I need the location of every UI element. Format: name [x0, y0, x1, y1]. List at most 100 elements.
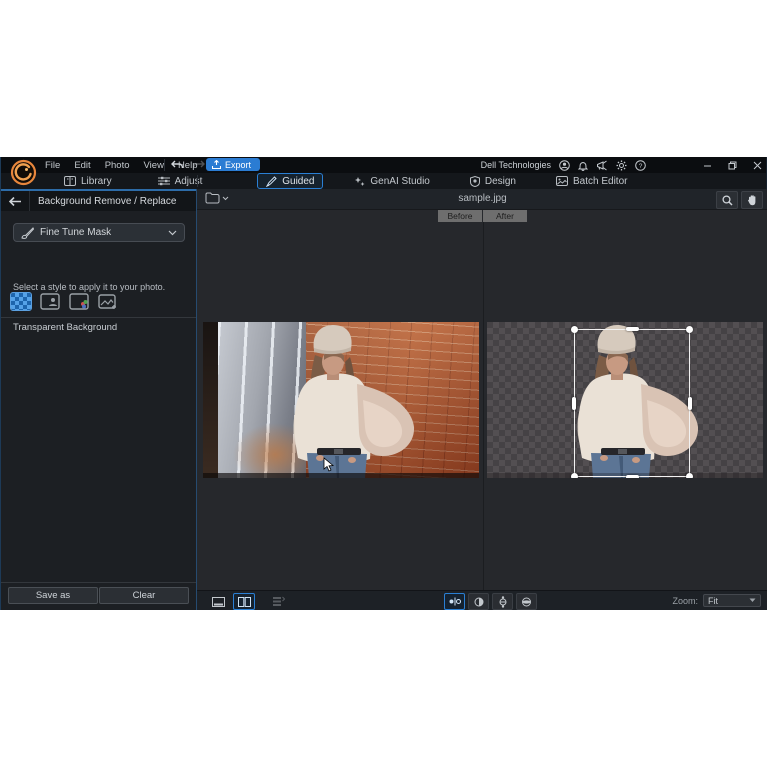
compare-mode-group [444, 593, 537, 610]
before-after-tabs: Before After [197, 210, 767, 222]
restore-button[interactable] [728, 161, 737, 170]
photodirector-logo [10, 159, 37, 186]
tab-genai-label: GenAI Studio [370, 176, 429, 187]
mouse-cursor [323, 457, 334, 472]
style-instruction: Select a style to apply it to your photo… [13, 282, 165, 292]
tab-batch-editor[interactable]: Batch Editor [549, 173, 634, 189]
export-icon [212, 160, 221, 169]
close-button[interactable] [753, 161, 762, 170]
undo-icon[interactable] [171, 160, 184, 170]
divider [197, 175, 198, 187]
export-label: Export [225, 160, 251, 170]
after-tab[interactable]: After [483, 210, 527, 222]
editor-main: sample.jpg Before After [197, 189, 767, 610]
design-badge-icon [470, 176, 480, 187]
before-tab[interactable]: Before [438, 210, 482, 222]
library-icon [64, 176, 76, 186]
viewer-toolbar: Zoom: Fit [197, 590, 767, 610]
photo-background-icon[interactable] [40, 293, 60, 310]
chevron-down-icon [168, 230, 177, 236]
batch-editor-icon [556, 176, 568, 186]
compare-side-by-side-button[interactable] [444, 593, 465, 610]
apply-to-all-icon [267, 593, 289, 610]
single-view-button[interactable] [207, 593, 229, 610]
fine-tune-mask-label: Fine Tune Mask [40, 227, 111, 238]
selection-handle-bottom-left[interactable] [571, 473, 578, 478]
custom-image-background-icon[interactable] [98, 293, 118, 310]
clear-button[interactable]: Clear [99, 587, 189, 604]
tab-design[interactable]: Design [463, 173, 523, 189]
notifications-icon[interactable] [578, 160, 588, 171]
woman-photo-subject [203, 322, 479, 478]
transparent-background-icon[interactable] [11, 293, 31, 310]
account-name: Dell Technologies [481, 160, 551, 170]
photodirector-window: File Edit Photo View Help Export Dell Te… [0, 157, 767, 610]
svg-text:?: ? [639, 162, 643, 169]
style-options [11, 293, 118, 310]
pan-hand-tool-button[interactable] [741, 191, 763, 209]
menu-file[interactable]: File [45, 160, 60, 171]
tab-genai-studio[interactable]: GenAI Studio [347, 173, 436, 189]
guided-pen-icon [266, 176, 277, 187]
adjust-sliders-icon [158, 176, 170, 186]
tab-library-label: Library [81, 176, 112, 187]
divider [164, 159, 165, 171]
tab-design-label: Design [485, 176, 516, 187]
viewer-header: sample.jpg [197, 189, 767, 210]
mode-tab-bar: Library Adjust Guided GenAI Studio Desi [1, 173, 766, 189]
color-background-icon[interactable] [69, 293, 89, 310]
export-button[interactable]: Export [206, 158, 260, 171]
tab-guided[interactable]: Guided [257, 173, 323, 189]
chevron-down-icon [749, 598, 756, 603]
help-icon[interactable]: ? [635, 160, 646, 171]
zoom-tool-button[interactable] [716, 191, 738, 209]
menu-photo[interactable]: Photo [105, 160, 130, 171]
selection-handle-bottom[interactable] [626, 475, 639, 478]
guided-side-panel: Background Remove / Replace Fine Tune Ma… [1, 189, 197, 610]
panel-title: Background Remove / Replace [30, 196, 176, 207]
divider [1, 317, 196, 318]
tab-adjust-label: Adjust [175, 176, 203, 187]
menu-edit[interactable]: Edit [74, 160, 90, 171]
selection-handle-top[interactable] [626, 327, 639, 331]
selection-bounding-box[interactable] [574, 329, 690, 477]
zoom-label: Zoom: [672, 596, 698, 606]
tab-guided-label: Guided [282, 176, 314, 187]
settings-gear-icon[interactable] [616, 160, 627, 171]
selection-handle-left[interactable] [572, 397, 576, 410]
selection-handle-top-right[interactable] [686, 326, 693, 333]
brush-icon [21, 227, 34, 239]
titlebar: File Edit Photo View Help Export Dell Te… [1, 157, 766, 173]
panel-header: Background Remove / Replace [1, 189, 196, 211]
tab-adjust[interactable]: Adjust [151, 173, 210, 189]
ground-shadow [203, 473, 479, 478]
tab-batch-label: Batch Editor [573, 176, 627, 187]
selection-handle-top-left[interactable] [571, 326, 578, 333]
menu-view[interactable]: View [144, 160, 164, 171]
filename-label: sample.jpg [197, 193, 767, 204]
side-by-side-view-button[interactable] [233, 593, 255, 610]
tab-library[interactable]: Library [57, 173, 119, 189]
back-button[interactable] [1, 191, 30, 211]
page: { "titlebar": { "menu": ["File", "Edit",… [0, 0, 767, 767]
zoom-value: Fit [708, 596, 718, 606]
redo-icon[interactable] [192, 160, 205, 170]
account-icon[interactable] [559, 160, 570, 171]
after-image[interactable] [487, 322, 763, 478]
divider [1, 582, 196, 583]
compare-overlay-button[interactable] [516, 593, 537, 610]
save-as-button[interactable]: Save as [8, 587, 98, 604]
selected-style-name: Transparent Background [13, 322, 117, 333]
fine-tune-mask-dropdown[interactable]: Fine Tune Mask [13, 223, 185, 242]
zoom-dropdown[interactable]: Fit [703, 594, 761, 607]
selection-handle-right[interactable] [688, 397, 692, 410]
sparkle-icon [354, 176, 365, 187]
before-image[interactable] [203, 322, 479, 478]
minimize-button[interactable] [703, 161, 712, 170]
pane-divider [483, 210, 484, 590]
announcements-icon[interactable] [596, 160, 608, 171]
selection-handle-bottom-right[interactable] [686, 473, 693, 478]
canvas [197, 210, 767, 590]
compare-split-left-right-button[interactable] [468, 593, 489, 610]
compare-split-top-bottom-button[interactable] [492, 593, 513, 610]
